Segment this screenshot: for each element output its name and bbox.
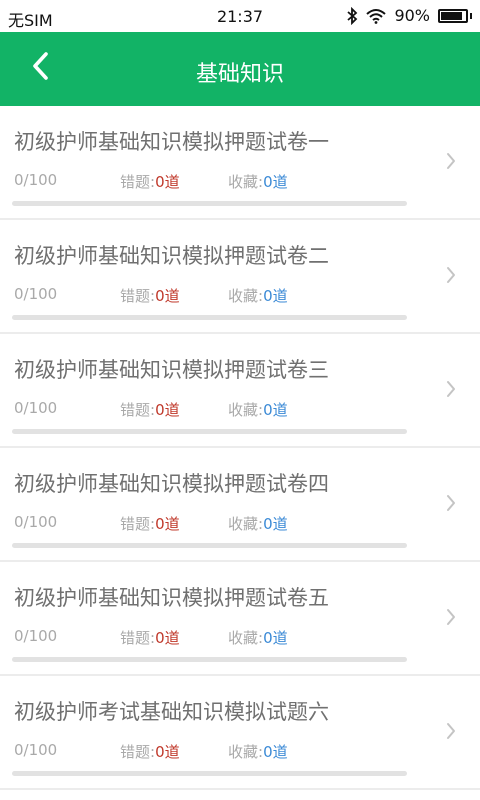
wifi-icon xyxy=(366,8,387,24)
favorite-value: 0道 xyxy=(263,515,288,533)
progress-bar xyxy=(12,315,407,320)
paper-title: 初级护师基础知识模拟押题试卷一 xyxy=(14,130,329,154)
paper-title: 初级护师基础知识模拟押题试卷五 xyxy=(14,586,329,610)
chevron-right-icon xyxy=(444,150,458,172)
wrong-label: 错题: xyxy=(120,515,156,533)
page-title: 基础知识 xyxy=(195,62,284,87)
progress-count: 0/100 xyxy=(14,171,58,189)
paper-title: 初级护师基础知识模拟押题试卷二 xyxy=(14,244,329,268)
wrong-count: 错题:0道 xyxy=(120,513,180,534)
favorite-count: 收藏:0道 xyxy=(228,285,288,306)
progress-count: 0/100 xyxy=(14,285,58,303)
progress-count: 0/100 xyxy=(14,399,58,417)
paper-item[interactable]: 初级护师基础知识模拟押题试卷四 0/100 错题:0道 收藏:0道 xyxy=(0,448,480,562)
paper-item[interactable]: 初级护师基础知识模拟押题试卷一 0/100 错题:0道 收藏:0道 xyxy=(0,106,480,220)
wrong-value: 0道 xyxy=(155,743,180,761)
progress-bar xyxy=(12,771,407,776)
progress-bar xyxy=(12,429,407,434)
wrong-label: 错题: xyxy=(120,629,156,647)
favorite-count: 收藏:0道 xyxy=(228,513,288,534)
wrong-count: 错题:0道 xyxy=(120,285,180,306)
wrong-count: 错题:0道 xyxy=(120,171,180,192)
wrong-label: 错题: xyxy=(120,287,156,305)
favorite-value: 0道 xyxy=(263,287,288,305)
progress-count: 0/100 xyxy=(14,627,58,645)
favorite-label: 收藏: xyxy=(228,401,264,419)
wrong-label: 错题: xyxy=(120,173,156,191)
progress-count: 0/100 xyxy=(14,741,58,759)
favorite-count: 收藏:0道 xyxy=(228,627,288,648)
status-bar: 无SIM 21:37 90% xyxy=(0,0,480,32)
favorite-value: 0道 xyxy=(263,629,288,647)
favorite-label: 收藏: xyxy=(228,173,264,191)
chevron-right-icon xyxy=(444,606,458,628)
nav-bar: 基础知识 xyxy=(0,32,480,106)
paper-title: 初级护师基础知识模拟押题试卷四 xyxy=(14,472,329,496)
battery-percent: 90% xyxy=(394,6,430,25)
favorite-label: 收藏: xyxy=(228,743,264,761)
wrong-value: 0道 xyxy=(155,401,180,419)
wrong-count: 错题:0道 xyxy=(120,627,180,648)
paper-item[interactable]: 初级护师基础知识模拟押题试卷二 0/100 错题:0道 收藏:0道 xyxy=(0,220,480,334)
favorite-label: 收藏: xyxy=(228,515,264,533)
favorite-label: 收藏: xyxy=(228,629,264,647)
favorite-value: 0道 xyxy=(263,743,288,761)
paper-item[interactable]: 初级护师考试基础知识模拟试题六 0/100 错题:0道 收藏:0道 xyxy=(0,676,480,790)
chevron-right-icon xyxy=(444,378,458,400)
progress-bar xyxy=(12,657,407,662)
chevron-right-icon xyxy=(444,264,458,286)
paper-title: 初级护师基础知识模拟押题试卷三 xyxy=(14,358,329,382)
chevron-right-icon xyxy=(444,720,458,742)
wrong-value: 0道 xyxy=(155,287,180,305)
favorite-value: 0道 xyxy=(263,173,288,191)
wrong-count: 错题:0道 xyxy=(120,399,180,420)
favorite-label: 收藏: xyxy=(228,287,264,305)
status-icons: 90% xyxy=(346,6,472,25)
wrong-count: 错题:0道 xyxy=(120,741,180,762)
favorite-value: 0道 xyxy=(263,401,288,419)
chevron-right-icon xyxy=(444,492,458,514)
wrong-label: 错题: xyxy=(120,743,156,761)
paper-item[interactable]: 初级护师基础知识模拟押题试卷三 0/100 错题:0道 收藏:0道 xyxy=(0,334,480,448)
battery-icon xyxy=(438,8,472,23)
progress-bar xyxy=(12,201,407,206)
progress-bar xyxy=(12,543,407,548)
paper-list: 初级护师基础知识模拟押题试卷一 0/100 错题:0道 收藏:0道 初级护师基础… xyxy=(0,106,480,790)
wrong-label: 错题: xyxy=(120,401,156,419)
wrong-value: 0道 xyxy=(155,629,180,647)
progress-count: 0/100 xyxy=(14,513,58,531)
bluetooth-icon xyxy=(346,6,358,25)
paper-title: 初级护师考试基础知识模拟试题六 xyxy=(14,700,329,724)
paper-item[interactable]: 初级护师基础知识模拟押题试卷五 0/100 错题:0道 收藏:0道 xyxy=(0,562,480,676)
wrong-value: 0道 xyxy=(155,515,180,533)
wrong-value: 0道 xyxy=(155,173,180,191)
favorite-count: 收藏:0道 xyxy=(228,399,288,420)
favorite-count: 收藏:0道 xyxy=(228,741,288,762)
favorite-count: 收藏:0道 xyxy=(228,171,288,192)
